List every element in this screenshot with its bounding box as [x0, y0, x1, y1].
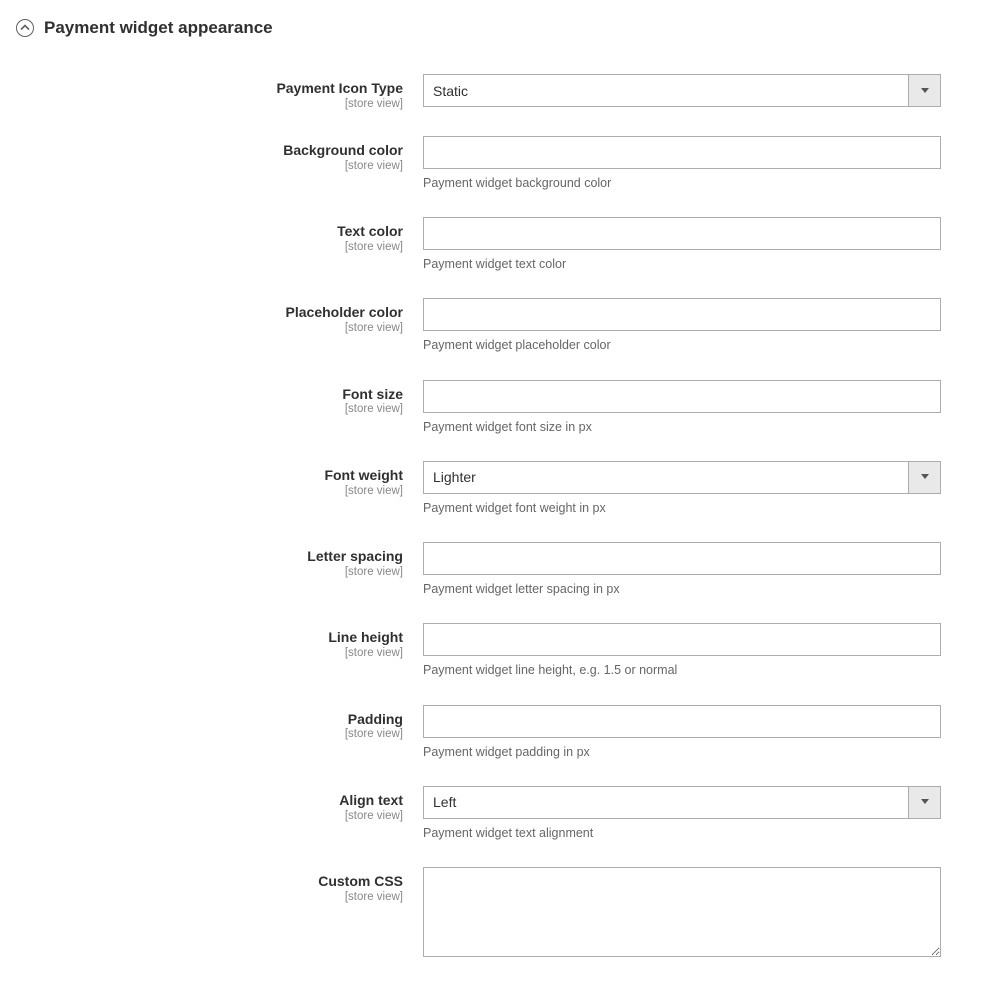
field-label: Align text	[16, 792, 403, 809]
field-label: Payment Icon Type	[16, 80, 403, 97]
field-input-col: Static	[423, 74, 941, 107]
font-weight-select[interactable]: Lighter	[423, 461, 941, 494]
line-height-input[interactable]	[423, 623, 941, 656]
field-label: Letter spacing	[16, 548, 403, 565]
align-text-select[interactable]: Left	[423, 786, 941, 819]
field-input-col	[423, 867, 941, 960]
field-scope: [store view]	[16, 566, 403, 578]
field-label-col: Padding [store view]	[16, 705, 423, 741]
field-note: Payment widget text alignment	[423, 825, 941, 841]
field-scope: [store view]	[16, 647, 403, 659]
field-label-col: Custom CSS [store view]	[16, 867, 423, 903]
field-scope: [store view]	[16, 160, 403, 172]
field-label-col: Align text [store view]	[16, 786, 423, 822]
field-label-col: Letter spacing [store view]	[16, 542, 423, 578]
field-note: Payment widget padding in px	[423, 744, 941, 760]
field-scope: [store view]	[16, 485, 403, 497]
font-size-input[interactable]	[423, 380, 941, 413]
field-label: Background color	[16, 142, 403, 159]
field-background-color: Background color [store view] Payment wi…	[16, 136, 988, 191]
field-align-text: Align text [store view] Left Payment wid…	[16, 786, 988, 841]
field-note: Payment widget background color	[423, 175, 941, 191]
select-value: Left	[424, 794, 908, 810]
field-label-col: Background color [store view]	[16, 136, 423, 172]
field-input-col: Payment widget padding in px	[423, 705, 941, 760]
text-color-input[interactable]	[423, 217, 941, 250]
custom-css-textarea[interactable]	[423, 867, 941, 957]
chevron-down-icon[interactable]	[908, 75, 940, 106]
field-label-col: Line height [store view]	[16, 623, 423, 659]
field-scope: [store view]	[16, 891, 403, 903]
field-label-col: Text color [store view]	[16, 217, 423, 253]
field-input-col: Payment widget background color	[423, 136, 941, 191]
field-input-col: Payment widget text color	[423, 217, 941, 272]
collapse-icon[interactable]	[16, 19, 34, 37]
chevron-down-icon[interactable]	[908, 787, 940, 818]
field-payment-icon-type: Payment Icon Type [store view] Static	[16, 74, 988, 110]
padding-input[interactable]	[423, 705, 941, 738]
field-label: Custom CSS	[16, 873, 403, 890]
field-label-col: Font weight [store view]	[16, 461, 423, 497]
field-scope: [store view]	[16, 241, 403, 253]
payment-icon-type-select[interactable]: Static	[423, 74, 941, 107]
field-input-col: Left Payment widget text alignment	[423, 786, 941, 841]
field-label: Padding	[16, 711, 403, 728]
field-letter-spacing: Letter spacing [store view] Payment widg…	[16, 542, 988, 597]
field-label-col: Payment Icon Type [store view]	[16, 74, 423, 110]
field-padding: Padding [store view] Payment widget padd…	[16, 705, 988, 760]
field-placeholder-color: Placeholder color [store view] Payment w…	[16, 298, 988, 353]
placeholder-color-input[interactable]	[423, 298, 941, 331]
field-font-weight: Font weight [store view] Lighter Payment…	[16, 461, 988, 516]
select-value: Lighter	[424, 469, 908, 485]
section-header: Payment widget appearance	[16, 18, 988, 38]
field-custom-css: Custom CSS [store view]	[16, 867, 988, 960]
field-font-size: Font size [store view] Payment widget fo…	[16, 380, 988, 435]
field-scope: [store view]	[16, 322, 403, 334]
field-text-color: Text color [store view] Payment widget t…	[16, 217, 988, 272]
field-input-col: Payment widget letter spacing in px	[423, 542, 941, 597]
fields-container: Payment Icon Type [store view] Static Ba…	[16, 74, 988, 986]
field-line-height: Line height [store view] Payment widget …	[16, 623, 988, 678]
field-note: Payment widget letter spacing in px	[423, 581, 941, 597]
field-note: Payment widget font size in px	[423, 419, 941, 435]
field-input-col: Payment widget placeholder color	[423, 298, 941, 353]
field-note: Payment widget placeholder color	[423, 337, 941, 353]
field-label: Placeholder color	[16, 304, 403, 321]
field-scope: [store view]	[16, 98, 403, 110]
field-label-col: Font size [store view]	[16, 380, 423, 416]
chevron-down-icon[interactable]	[908, 462, 940, 493]
select-value: Static	[424, 83, 908, 99]
field-label: Font size	[16, 386, 403, 403]
field-label: Font weight	[16, 467, 403, 484]
field-note: Payment widget text color	[423, 256, 941, 272]
field-note: Payment widget font weight in px	[423, 500, 941, 516]
field-scope: [store view]	[16, 403, 403, 415]
background-color-input[interactable]	[423, 136, 941, 169]
field-note: Payment widget line height, e.g. 1.5 or …	[423, 662, 941, 678]
field-input-col: Payment widget line height, e.g. 1.5 or …	[423, 623, 941, 678]
section-title: Payment widget appearance	[44, 18, 273, 38]
field-label: Line height	[16, 629, 403, 646]
field-input-col: Lighter Payment widget font weight in px	[423, 461, 941, 516]
field-label-col: Placeholder color [store view]	[16, 298, 423, 334]
field-scope: [store view]	[16, 728, 403, 740]
field-label: Text color	[16, 223, 403, 240]
field-scope: [store view]	[16, 810, 403, 822]
letter-spacing-input[interactable]	[423, 542, 941, 575]
field-input-col: Payment widget font size in px	[423, 380, 941, 435]
